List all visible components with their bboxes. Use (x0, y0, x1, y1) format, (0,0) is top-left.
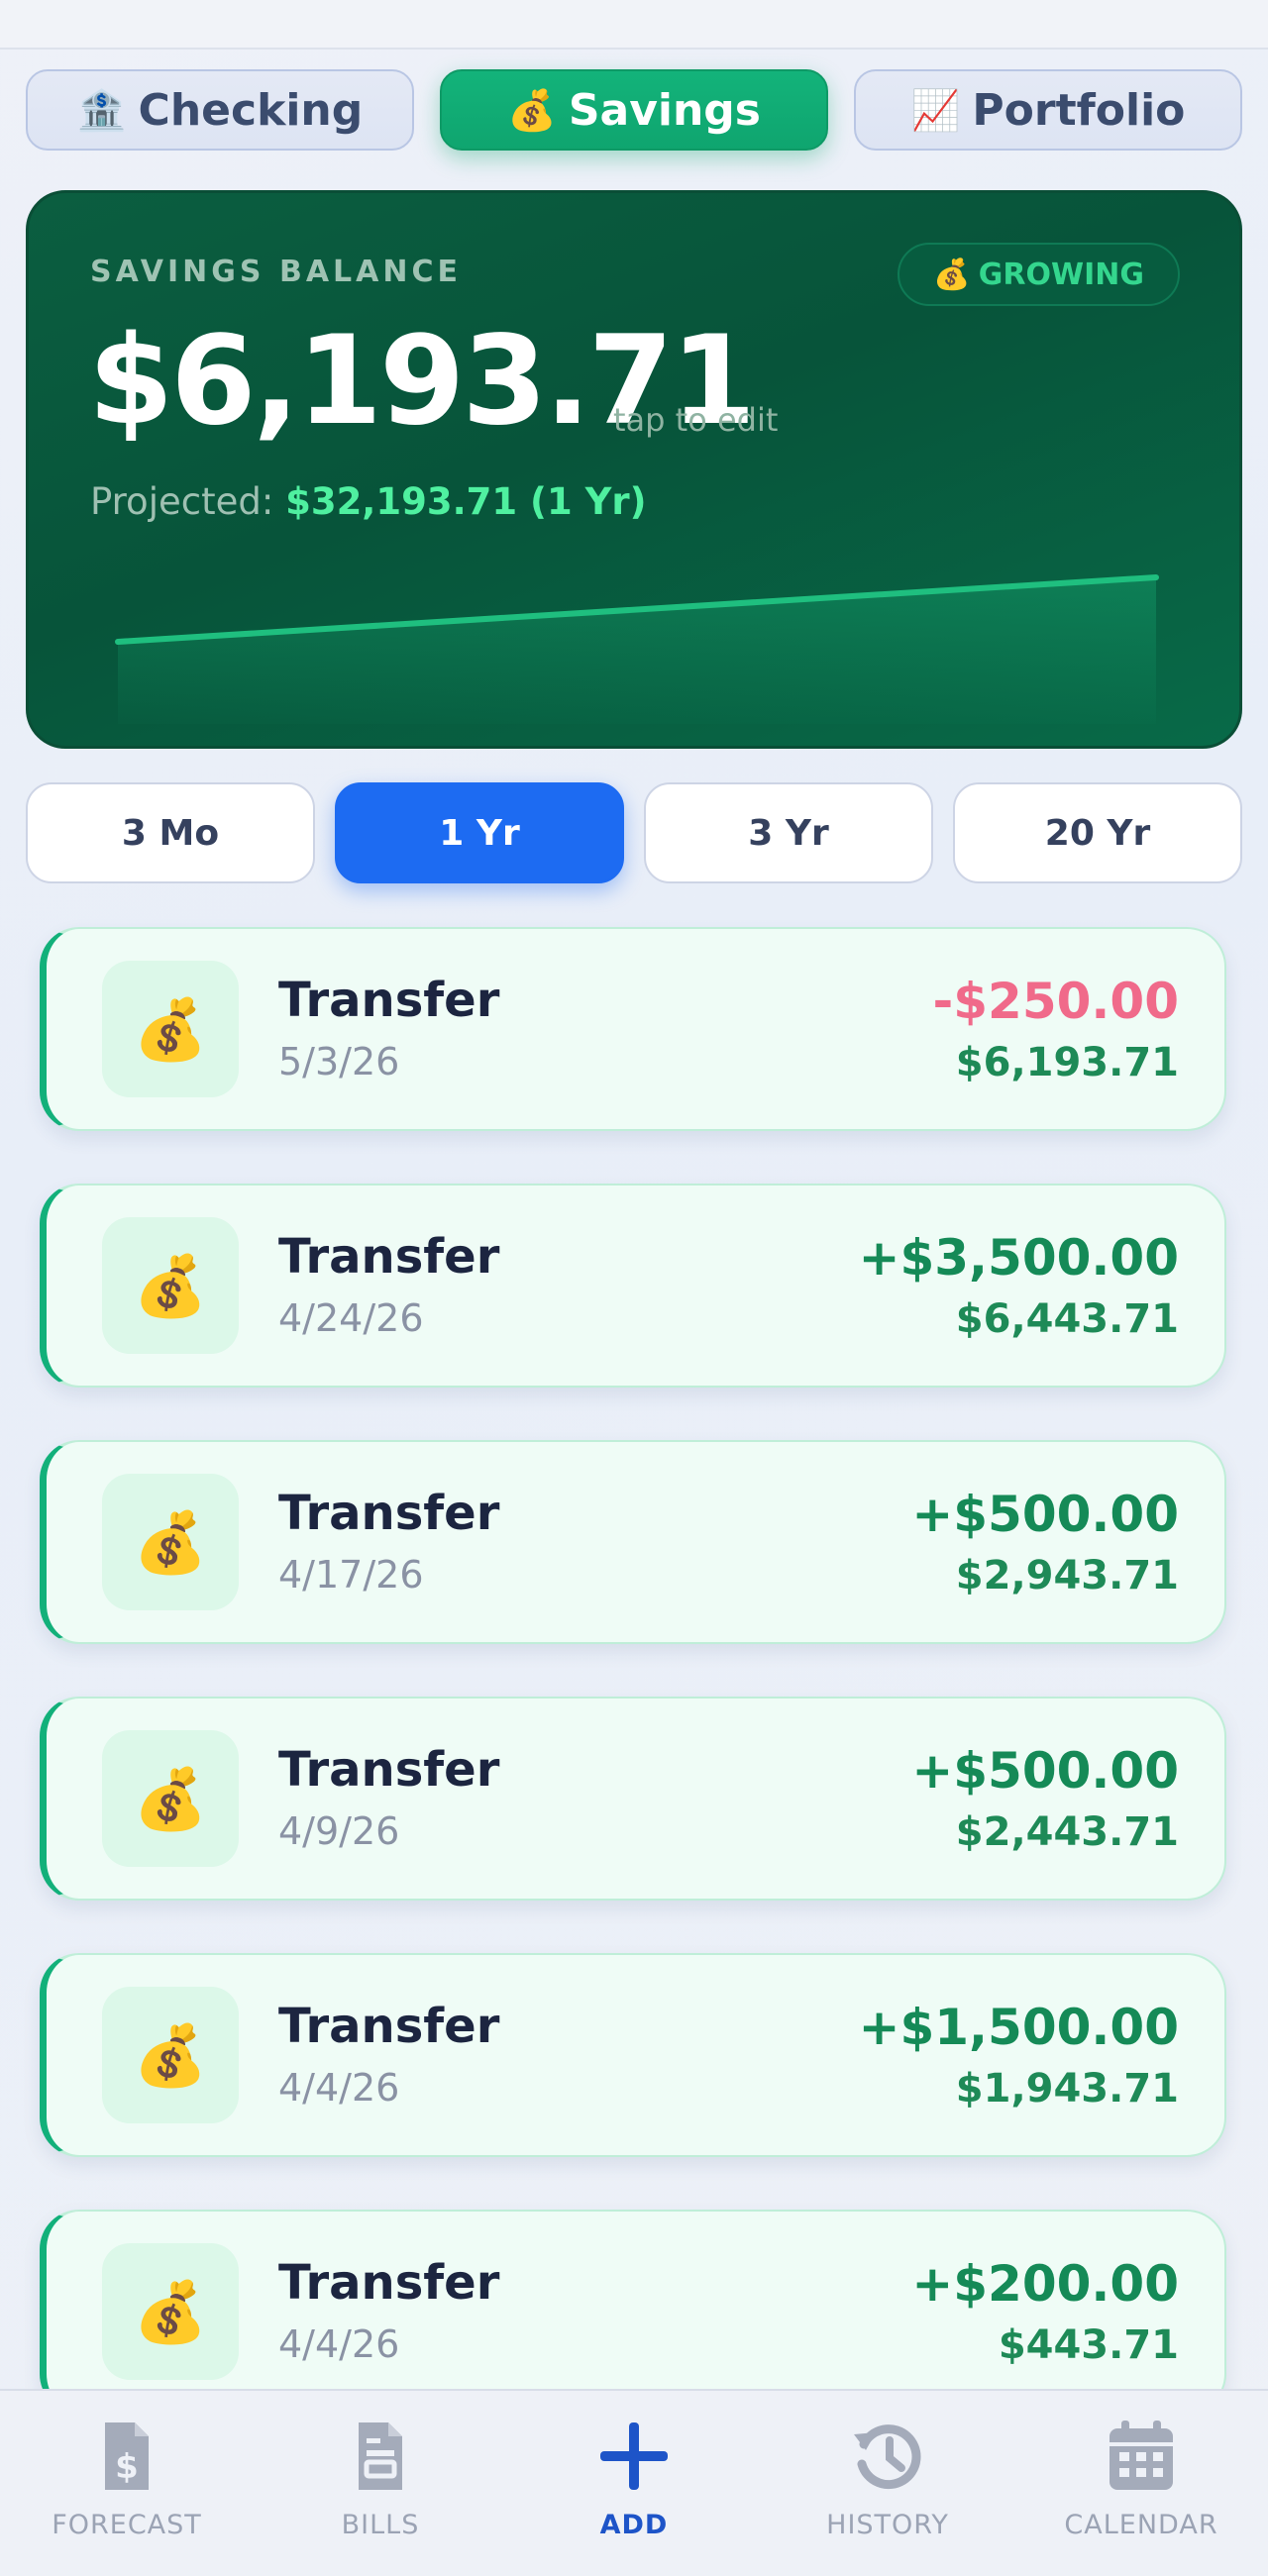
tab-label: Portfolio (972, 84, 1186, 136)
chart-up-icon: 📈 (910, 87, 961, 134)
balance-label: SAVINGS BALANCE (90, 255, 462, 289)
transaction-row[interactable]: 💰 Transfer 4/4/26 +$1,500.00 $1,943.71 (40, 1953, 1226, 2157)
transaction-running-balance: $1,943.71 (955, 2066, 1179, 2112)
tab-checking[interactable]: 🏦 Checking (26, 69, 414, 151)
transaction-title: Transfer (278, 1229, 500, 1285)
money-bag-icon: 💰 (102, 1474, 239, 1610)
edit-hint: tap to edit (613, 401, 779, 439)
calendar-icon (1110, 2421, 1173, 2490)
money-bag-icon: 💰 (102, 961, 239, 1097)
transaction-title: Transfer (278, 973, 500, 1028)
money-bag-icon: 💰 (102, 2243, 239, 2380)
sparkline-area (118, 577, 1156, 724)
transaction-amount: +$500.00 (911, 1742, 1179, 1800)
money-bag-icon: 💰 (933, 257, 971, 292)
badge-text: GROWING (978, 257, 1144, 292)
nav-label: HISTORY (826, 2510, 949, 2540)
range-1yr[interactable]: 1 Yr (335, 782, 624, 883)
transaction-running-balance: $443.71 (998, 2322, 1179, 2368)
range-3yr[interactable]: 3 Yr (644, 782, 933, 883)
bank-icon: 🏦 (76, 87, 127, 134)
transaction-title: Transfer (278, 1486, 500, 1541)
bottom-nav: $ FORECAST BILLS ADD HISTORY CALENDAR (0, 2389, 1268, 2576)
transaction-title: Transfer (278, 2255, 500, 2311)
transaction-running-balance: $2,443.71 (955, 1809, 1179, 1855)
savings-balance-card: SAVINGS BALANCE 💰 GROWING $6,193.71 tap … (26, 190, 1242, 749)
nav-history[interactable]: HISTORY (761, 2391, 1014, 2576)
nav-bills[interactable]: BILLS (254, 2391, 507, 2576)
transaction-amount: -$250.00 (932, 973, 1180, 1030)
svg-text:$: $ (115, 2447, 139, 2487)
bills-icon (359, 2422, 402, 2490)
nav-calendar[interactable]: CALENDAR (1014, 2391, 1268, 2576)
nav-label: ADD (599, 2510, 669, 2540)
transaction-row[interactable]: 💰 Transfer 4/24/26 +$3,500.00 $6,443.71 (40, 1184, 1226, 1388)
transaction-amount: +$3,500.00 (858, 1229, 1179, 1287)
tab-savings[interactable]: 💰 Savings (440, 69, 828, 151)
transaction-title: Transfer (278, 1742, 500, 1798)
nav-add[interactable]: ADD (507, 2391, 761, 2576)
money-bag-icon: 💰 (102, 1730, 239, 1867)
range-20yr[interactable]: 20 Yr (953, 782, 1242, 883)
transaction-running-balance: $6,443.71 (955, 1296, 1179, 1342)
transaction-amount: +$500.00 (911, 1486, 1179, 1543)
nav-label: FORECAST (52, 2510, 202, 2540)
nav-label: CALENDAR (1064, 2510, 1218, 2540)
projected-balance: Projected: $32,193.71 (1 Yr) (90, 480, 647, 523)
transaction-row[interactable]: 💰 Transfer 5/3/26 -$250.00 $6,193.71 (40, 927, 1226, 1131)
transaction-title: Transfer (278, 1999, 500, 2054)
nav-forecast[interactable]: $ FORECAST (0, 2391, 254, 2576)
nav-label: BILLS (341, 2510, 420, 2540)
tab-label: Checking (138, 84, 364, 136)
money-bag-icon: 💰 (102, 1987, 239, 2123)
transaction-date: 5/3/26 (278, 1040, 400, 1083)
projected-value: $32,193.71 (1 Yr) (285, 480, 647, 523)
transaction-date: 4/4/26 (278, 2322, 400, 2366)
account-tabs: 🏦 Checking 💰 Savings 📈 Portfolio (26, 69, 1242, 153)
money-bag-icon: 💰 (102, 1217, 239, 1354)
invoice-icon: $ (105, 2422, 149, 2490)
plus-icon (600, 2422, 668, 2490)
money-bag-icon: 💰 (507, 87, 557, 134)
transaction-amount: +$200.00 (911, 2255, 1179, 2313)
transaction-row[interactable]: 💰 Transfer 4/4/26 +$200.00 $443.71 (40, 2210, 1226, 2414)
projection-sparkline (115, 574, 1159, 724)
tab-label: Savings (568, 84, 761, 136)
transaction-date: 4/9/26 (278, 1809, 400, 1853)
tab-portfolio[interactable]: 📈 Portfolio (854, 69, 1242, 151)
history-icon (854, 2424, 921, 2490)
transaction-amount: +$1,500.00 (858, 1999, 1179, 2056)
status-badge: 💰 GROWING (898, 243, 1180, 306)
range-3mo[interactable]: 3 Mo (26, 782, 315, 883)
range-selector: 3 Mo 1 Yr 3 Yr 20 Yr (26, 782, 1242, 885)
transaction-date: 4/24/26 (278, 1296, 424, 1340)
transaction-running-balance: $6,193.71 (955, 1040, 1179, 1085)
transaction-row[interactable]: 💰 Transfer 4/9/26 +$500.00 $2,443.71 (40, 1697, 1226, 1901)
transaction-row[interactable]: 💰 Transfer 4/17/26 +$500.00 $2,943.71 (40, 1440, 1226, 1644)
transaction-date: 4/17/26 (278, 1553, 424, 1597)
transaction-date: 4/4/26 (278, 2066, 400, 2110)
status-bar (0, 0, 1268, 50)
transaction-running-balance: $2,943.71 (955, 1553, 1179, 1598)
projected-label: Projected: (90, 480, 274, 523)
